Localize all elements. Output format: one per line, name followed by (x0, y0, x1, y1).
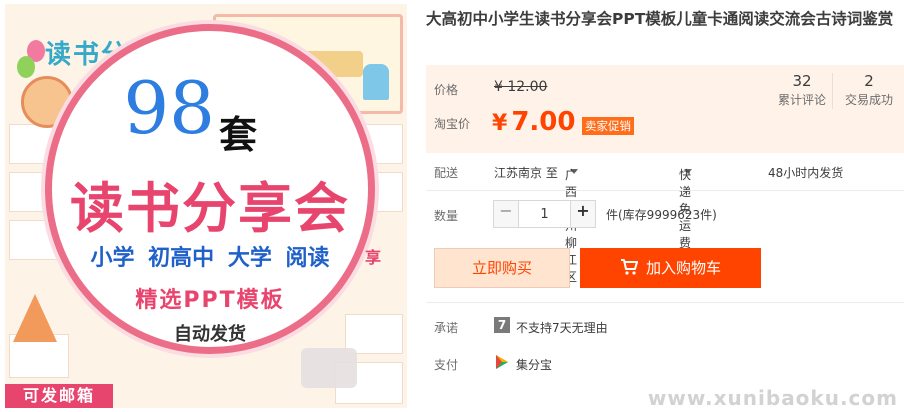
jifenbao-icon (496, 355, 508, 369)
add-to-cart-label: 加入购物车 (645, 259, 721, 277)
promo-tag: 卖家促销 (582, 117, 634, 135)
seven-day-icon: 7 (494, 317, 510, 333)
watermark: www.xunibaoku.com (647, 386, 898, 410)
stock-info: 件(库存9999623件) (606, 208, 717, 222)
ship-from: 江苏南京 至 (494, 166, 558, 180)
quantity-decrease-button[interactable]: − (493, 200, 519, 228)
template-count-unit: 套 (219, 113, 258, 157)
quantity-input[interactable] (519, 200, 570, 228)
sales-count: 2 (864, 72, 874, 90)
shipping-label: 配送 (434, 166, 459, 180)
divider (426, 302, 904, 303)
dispatch-time: 48小时内发货 (768, 166, 844, 180)
cart-icon (620, 259, 638, 275)
original-price: ¥ 12.00 (494, 79, 548, 95)
product-main-image[interactable]: 读书分享会 98 套 读书分享会 小学 初高中 大学 阅读 精选PPT模板 自动… (5, 4, 407, 408)
character-illustration (363, 64, 389, 100)
sales-stat: 2 交易成功 (836, 71, 902, 109)
shipping-row: 配送 江苏南京 至 广西柳州柳江区 快递 免运费 48小时内发货 (426, 162, 904, 284)
hero-levels: 小学 初高中 大学 阅读 (90, 246, 330, 271)
orig-price-label: 价格 (434, 83, 459, 97)
buy-now-button[interactable]: 立即购买 (434, 248, 570, 288)
quantity-label: 数量 (434, 209, 459, 223)
mail-badge: 可发邮箱 (5, 384, 113, 408)
currency-symbol: ¥ (492, 111, 508, 136)
product-title[interactable]: 大高初中小学生读书分享会PPT模板儿童卡通阅读交流会古诗词鉴赏 (426, 8, 896, 30)
hero-template-line: 精选PPT模板 (135, 288, 285, 313)
promo-price-label: 淘宝价 (434, 117, 471, 131)
balloon-icon (17, 56, 35, 78)
sales-label: 交易成功 (844, 93, 893, 107)
hero-auto-delivery: 自动发货 (174, 324, 246, 345)
add-to-cart-button[interactable]: 加入购物车 (580, 248, 761, 288)
reviews-count: 32 (792, 72, 812, 90)
promo-price: ¥7.00 (492, 107, 575, 137)
template-count: 98 (123, 66, 215, 150)
divider (426, 190, 904, 191)
tree-illustration (13, 294, 57, 342)
price-panel: 价格 ¥ 12.00 淘宝价 ¥7.00 卖家促销 32 累计评论 2 交易成功 (426, 65, 904, 153)
quantity-increase-button[interactable]: + (570, 200, 596, 228)
blurred-area (301, 348, 357, 388)
side-text: 享 (365, 248, 382, 267)
promise-row: 承诺 7 不支持7天无理由 (426, 316, 904, 336)
promise-value[interactable]: 不支持7天无理由 (516, 319, 608, 336)
ship-to-select[interactable]: 广西柳州柳江区 (565, 164, 578, 284)
hero-title: 读书分享会 (70, 177, 350, 240)
reviews-stat[interactable]: 32 累计评论 (769, 71, 835, 109)
promise-label: 承诺 (434, 321, 459, 335)
payment-value[interactable]: 集分宝 (516, 356, 552, 373)
payment-label: 支付 (434, 358, 459, 372)
promo-price-value: 7.00 (511, 107, 576, 137)
stat-divider (832, 73, 833, 109)
ship-method-select[interactable]: 快递 免运费 (679, 164, 692, 250)
reviews-label: 累计评论 (777, 93, 826, 107)
payment-row: 支付 集分宝 (426, 353, 904, 373)
quantity-row: 数量 − + 件(库存9999623件) (426, 200, 904, 228)
